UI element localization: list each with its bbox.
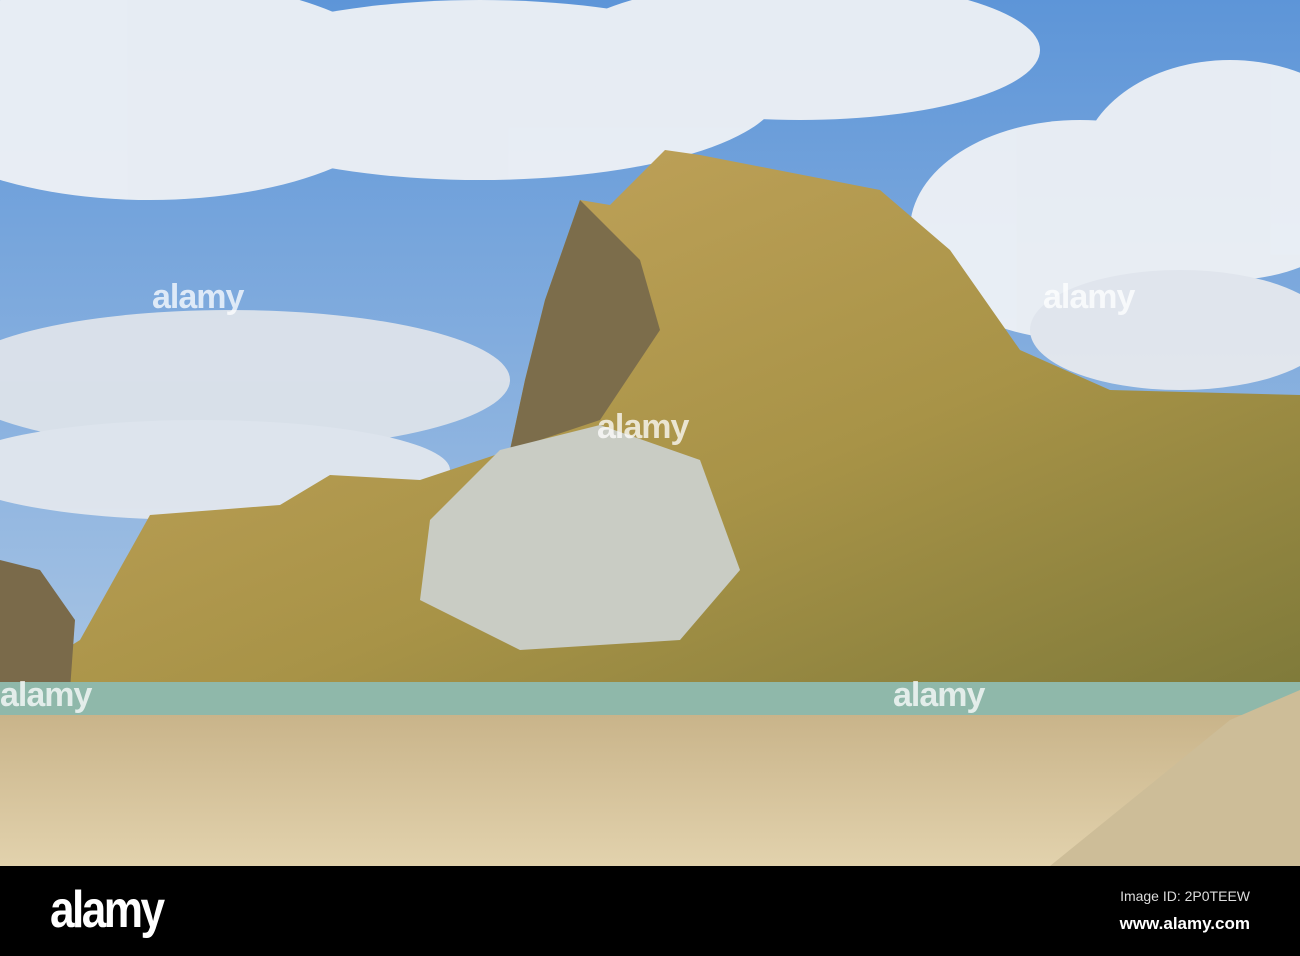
image-id: Image ID: 2P0TEEW bbox=[1120, 888, 1250, 904]
website-link: www.alamy.com bbox=[1119, 914, 1250, 933]
watermark: alamy bbox=[893, 676, 985, 714]
footer-bar: alamy Image ID: 2P0TEEW www.alamy.com bbox=[0, 866, 1300, 956]
watermark: alamy bbox=[1043, 278, 1135, 316]
watermark: alamy bbox=[597, 408, 689, 446]
alamy-logo: alamy bbox=[50, 881, 165, 939]
watermark: alamy bbox=[152, 278, 244, 316]
watermark: alamy bbox=[0, 676, 92, 714]
